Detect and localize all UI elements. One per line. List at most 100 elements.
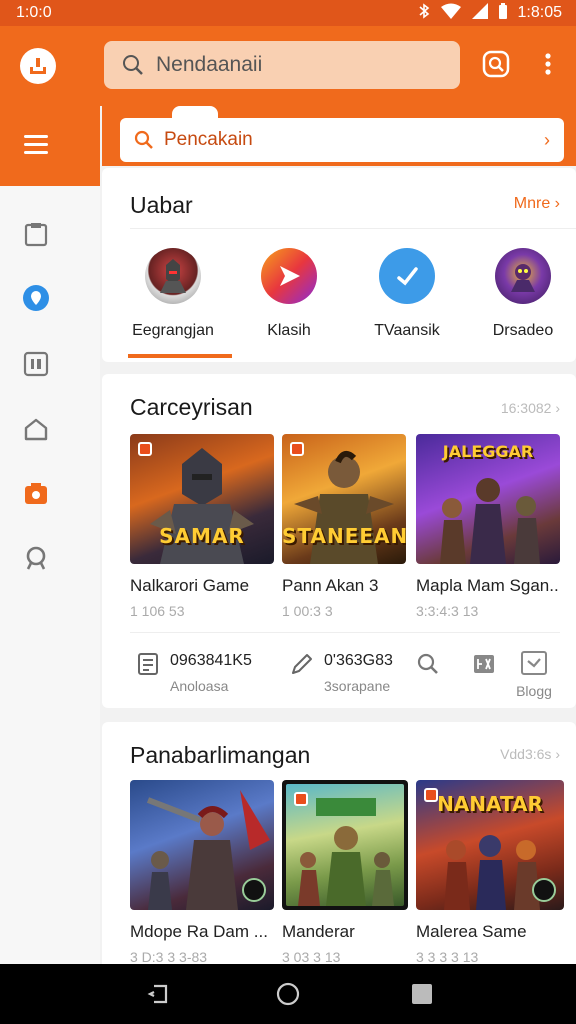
category-item[interactable]: TVaansik [352, 248, 462, 340]
check-box-icon [521, 651, 547, 675]
game-card[interactable]: STANEEAN Pann Akan 3 1 00:3 3 [282, 434, 406, 619]
game-thumbnail [282, 780, 408, 910]
popular-card: Panabarlimangan Vdd3:6s › Mdope Ra Dam .… [102, 722, 576, 982]
sidebar-item-apps[interactable] [22, 350, 50, 378]
more-vertical-icon [545, 53, 551, 75]
game-thumbnail: SAMAR [130, 434, 274, 564]
divider [130, 228, 576, 229]
game-meta: 3:3:4:3 13 [416, 603, 479, 619]
game-meta: 3 3 3 3 13 [416, 949, 479, 965]
sidebar-item-home[interactable] [22, 416, 50, 444]
wifi-icon [440, 3, 462, 24]
badge-icon [242, 878, 266, 902]
game-title: Pann Akan 3 [282, 576, 379, 595]
game-avatar-icon [495, 248, 551, 304]
sidebar-item-search[interactable] [22, 544, 50, 572]
save-button[interactable]: Blogg [514, 650, 554, 699]
badge-icon [532, 878, 556, 902]
document-icon [138, 653, 158, 675]
main-search-input[interactable]: Pencakain › [120, 118, 564, 162]
status-time-left: 1:0:0 [16, 4, 52, 21]
hamburger-menu-button[interactable] [22, 130, 50, 158]
download-icon [30, 58, 46, 74]
game-card[interactable]: Mdope Ra Dam ... 3 D:3 3 3-83 [130, 780, 274, 965]
game-title: Malerea Same [416, 922, 527, 941]
game-card[interactable]: NANATAR Malerea Same 3 3 3 3 13 [416, 780, 564, 965]
reviews-stat: 0'363G83 3sorapane [324, 652, 393, 694]
divider [130, 632, 560, 633]
grid-box-icon [23, 351, 49, 377]
top-search-placeholder: Nendaanaii [156, 53, 263, 76]
category-item[interactable]: Eegrangjan [118, 248, 228, 340]
game-title: Nalkarori Game [130, 576, 250, 595]
location-pin-icon [23, 285, 49, 311]
game-title: Mdope Ra Dam ... [130, 922, 268, 941]
system-nav-bar [0, 964, 576, 1024]
menu-icon [24, 135, 48, 154]
sidebar [0, 186, 100, 964]
game-thumbnail [130, 780, 274, 910]
game-avatar-icon [145, 248, 201, 304]
image-icon[interactable] [472, 652, 496, 676]
battery-icon [498, 2, 508, 24]
game-art-title: STANEEAN [282, 524, 406, 548]
magnifier-icon [26, 546, 46, 570]
pen-icon [292, 654, 312, 674]
app-logo[interactable] [20, 48, 56, 84]
games-section-title: Carceyrisan [130, 394, 253, 420]
category-item[interactable]: Klasih [234, 248, 344, 340]
game-meta: 3 D:3 3 3-83 [130, 949, 208, 965]
downloads-stat: 0963841K5 Anoloasa [170, 652, 252, 694]
arrow-play-icon [261, 248, 317, 304]
game-card[interactable]: JALEGGAR Mapla Mam Sgan... 3:3:4:3 13 [416, 434, 560, 619]
game-thumbnail: STANEEAN [282, 434, 406, 564]
categories-card: Uabar Mnre › Eegrangjan Klasih TVaansik … [102, 168, 576, 362]
home-icon [24, 418, 48, 441]
soldier-art [298, 798, 394, 906]
popular-more-link[interactable]: Vdd3:6s › [500, 746, 560, 762]
search-icon [123, 55, 143, 75]
game-title: Mapla Mam Sgan... [416, 576, 560, 595]
top-app-bar: Nendaanaii [0, 26, 576, 106]
game-card[interactable]: SAMAR Nalkarori Game 1 106 53 [130, 434, 274, 619]
battle-art [440, 478, 540, 564]
scan-button[interactable] [480, 48, 512, 80]
games-card: Carceyrisan 16:3082 › SAMAR Nalkarori Ga… [102, 374, 576, 708]
search-icon[interactable] [416, 652, 440, 676]
top-search-input[interactable]: Nendaanaii [104, 41, 460, 89]
game-thumbnail: JALEGGAR [416, 434, 560, 564]
categories-more-link[interactable]: Mnre › [514, 195, 560, 213]
sidebar-header [0, 106, 100, 186]
chevron-right-icon[interactable]: › [544, 130, 550, 151]
games-more-link[interactable]: 16:3082 › [501, 400, 560, 416]
signal-icon [471, 2, 488, 24]
game-art-title: SAMAR [159, 524, 245, 548]
game-title: Manderar [282, 922, 355, 941]
game-meta: 1 00:3 3 [282, 603, 333, 619]
category-item[interactable]: Drsadeo [468, 248, 576, 340]
overflow-menu-button[interactable] [532, 48, 564, 80]
active-category-indicator [128, 354, 232, 358]
game-meta: 1 106 53 [130, 603, 185, 619]
search-box-icon [482, 50, 510, 78]
game-card[interactable]: Manderar 3 03 3 13 [282, 780, 408, 965]
sidebar-item-camera[interactable] [22, 480, 50, 508]
sidebar-item-location[interactable] [22, 284, 50, 312]
status-time-right: 1:8:05 [517, 4, 562, 21]
sidebar-item-clipboard[interactable] [22, 220, 50, 248]
camera-icon [25, 483, 47, 504]
clipboard-icon [24, 223, 48, 247]
search-icon [134, 130, 153, 149]
save-label: Blogg [516, 683, 552, 699]
categories-title: Uabar [130, 192, 193, 218]
status-bar: 1:0:0 1:8:05 [0, 0, 576, 26]
game-meta: 3 03 3 13 [282, 949, 341, 965]
back-icon[interactable] [146, 982, 170, 1006]
recents-icon[interactable] [410, 982, 434, 1006]
bluetooth-icon [418, 2, 430, 24]
main-search-placeholder: Pencakain [164, 129, 253, 150]
checkmark-icon [379, 248, 435, 304]
popular-section-title: Panabarlimangan [130, 742, 311, 768]
game-thumbnail: NANATAR [416, 780, 564, 910]
home-circle-icon[interactable] [276, 982, 300, 1006]
